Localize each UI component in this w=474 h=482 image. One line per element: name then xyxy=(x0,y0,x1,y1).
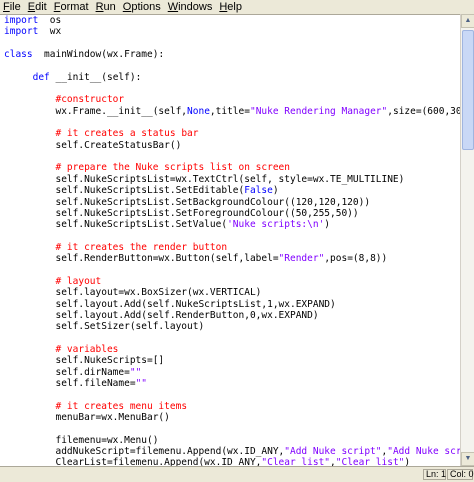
menu-item-help[interactable]: Help xyxy=(216,0,246,14)
code-line: # variables xyxy=(55,343,119,355)
status-line: Ln: 1 xyxy=(423,469,446,480)
code-line: menuBar=wx.MenuBar() xyxy=(4,412,170,424)
code-line: filemenu=wx.Menu() xyxy=(4,434,159,446)
code-line: #constructor xyxy=(55,94,125,106)
menu-item-windows[interactable]: Windows xyxy=(165,0,217,14)
code-line: self.dirName="" xyxy=(4,366,142,378)
vertical-scrollbar[interactable]: ▲ ▼ xyxy=(460,14,474,466)
code-line: wx.Frame.__init__(self,None,title="Nuke … xyxy=(4,105,460,117)
code-line: # layout xyxy=(55,275,102,287)
code-line: class mainWindow(wx.Frame): xyxy=(4,49,165,61)
code-line: # it creates menu items xyxy=(55,400,188,412)
code-line: self.fileName="" xyxy=(4,378,148,389)
code-line: import wx xyxy=(4,26,62,38)
code-line: addNukeScript=filemenu.Append(wx.ID_ANY,… xyxy=(4,446,460,458)
code-line: self.CreateStatusBar() xyxy=(4,139,182,151)
menu-item-options[interactable]: Options xyxy=(120,0,165,14)
code-editor[interactable]: import os import wx class mainWindow(wx.… xyxy=(0,14,460,467)
menu-item-format[interactable]: Format xyxy=(51,0,93,14)
code-line: self.layout=wx.BoxSizer(wx.VERTICAL) xyxy=(4,287,262,299)
code-line: self.RenderButton=wx.Button(self,label="… xyxy=(4,253,388,265)
menu-bar: File Edit Format Run Options Windows Help xyxy=(0,0,474,14)
code-line: self.NukeScriptsList=wx.TextCtrl(self, s… xyxy=(4,173,405,185)
menu-item-file[interactable]: File xyxy=(0,0,25,14)
code-line: # it creates the render button xyxy=(55,241,228,253)
code-line: self.NukeScriptsList.SetBackgroundColour… xyxy=(4,196,371,208)
code-line: self.NukeScriptsList.SetValue('Nuke scri… xyxy=(4,219,331,231)
scroll-thumb[interactable] xyxy=(462,30,474,150)
code-line: self.SetSizer(self.layout) xyxy=(4,321,205,333)
code-line: # it creates a status bar xyxy=(55,128,199,140)
code-line: import os xyxy=(4,15,62,26)
status-column: Col: 0 xyxy=(447,469,474,480)
code-line: # prepare the Nuke scripts list on scree… xyxy=(55,162,290,174)
code-line: self.layout.Add(self.NukeScriptsList,1,w… xyxy=(4,298,336,310)
code-line: self.NukeScripts=[] xyxy=(4,355,165,367)
status-bar: Ln: 1 Col: 0 xyxy=(0,466,474,482)
code-line: def __init__(self): xyxy=(32,71,142,83)
code-text[interactable]: import os import wx class mainWindow(wx.… xyxy=(4,15,460,467)
menu-item-run[interactable]: Run xyxy=(93,0,120,14)
code-line: self.NukeScriptsList.SetForegroundColour… xyxy=(4,207,359,219)
scroll-up-arrow-icon[interactable]: ▲ xyxy=(461,14,474,28)
menu-item-edit[interactable]: Edit xyxy=(25,0,51,14)
code-line: self.NukeScriptsList.SetEditable(False) xyxy=(4,185,279,197)
code-line: self.layout.Add(self.RenderButton,0,wx.E… xyxy=(4,309,319,321)
scroll-down-arrow-icon[interactable]: ▼ xyxy=(461,452,474,466)
